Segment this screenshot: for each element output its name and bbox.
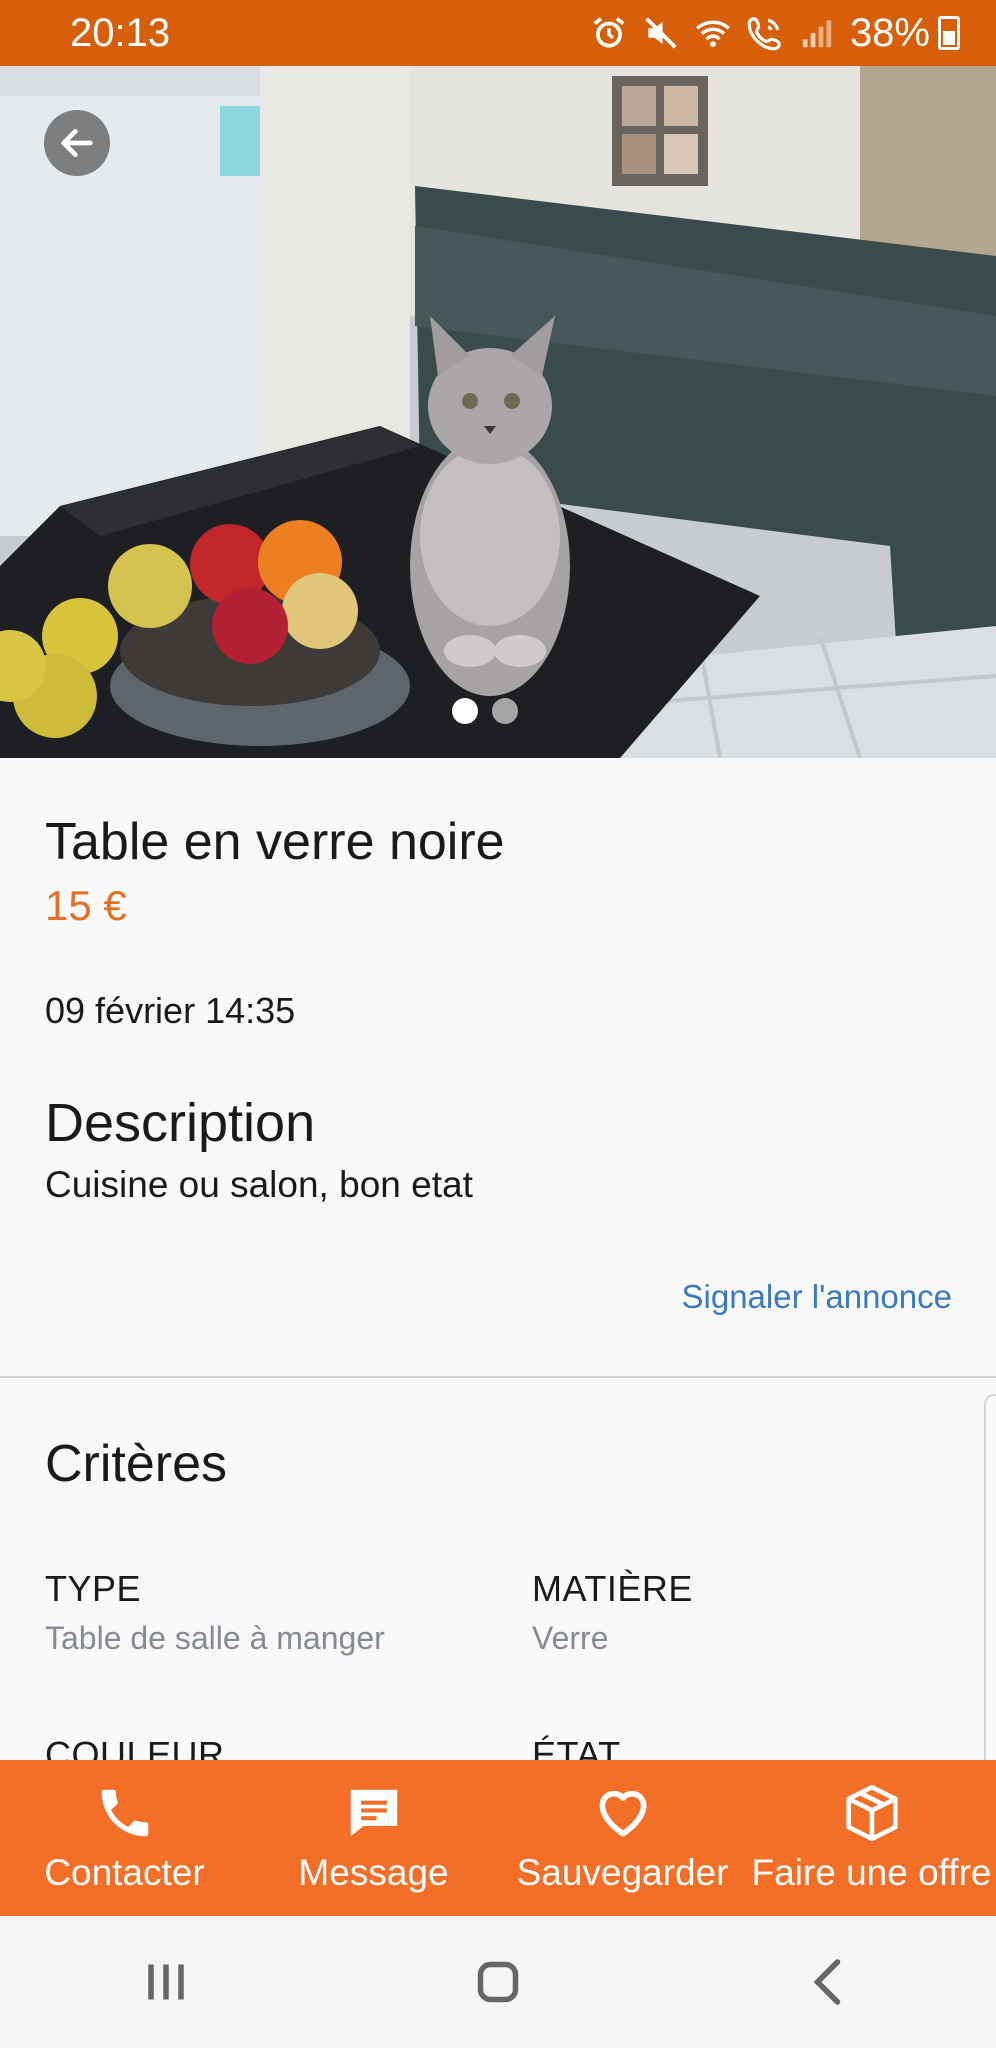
arrow-left-icon <box>61 129 93 157</box>
contact-button[interactable]: Contacter <box>0 1760 249 1916</box>
message-icon <box>350 1789 397 1837</box>
alarm-icon <box>593 17 625 48</box>
message-label: Message <box>298 1852 449 1893</box>
message-button[interactable]: Message <box>249 1760 498 1916</box>
back-nav-icon[interactable] <box>800 1952 860 2012</box>
make-offer-label: Faire une offre <box>751 1852 992 1893</box>
phone-icon <box>101 1789 148 1837</box>
status-bar: 20:13 38% <box>0 0 996 66</box>
back-button[interactable] <box>44 110 110 176</box>
report-listing-link[interactable]: Signaler l'annonce <box>682 1278 953 1316</box>
listing-title: Table en verre noire <box>45 813 505 871</box>
make-offer-button[interactable]: Faire une offre <box>747 1760 996 1916</box>
listing-date: 09 février 14:35 <box>45 990 296 1031</box>
section-divider <box>0 1376 996 1378</box>
description-text: Cuisine ou salon, bon etat <box>45 1164 473 1205</box>
wifi-call-icon <box>747 17 781 51</box>
listing-photo-illustration <box>0 66 996 758</box>
battery-icon <box>938 16 960 50</box>
save-label: Sauvegarder <box>516 1852 729 1893</box>
save-button[interactable]: Sauvegarder <box>498 1760 747 1916</box>
criteria-label-type: TYPE <box>45 1568 142 1609</box>
signal-icon <box>802 20 832 48</box>
wifi-icon <box>695 20 730 47</box>
heart-icon <box>598 1790 647 1837</box>
listing-photo[interactable] <box>0 66 996 758</box>
contact-label: Contacter <box>44 1852 205 1893</box>
gallery-dot-1[interactable] <box>452 698 478 724</box>
recent-apps-icon[interactable] <box>136 1952 196 2012</box>
criteria-value-material: Verre <box>532 1620 609 1656</box>
scroll-indicator[interactable] <box>984 1394 996 1774</box>
criteria-value-type: Table de salle à manger <box>45 1620 385 1656</box>
criteria-heading: Critères <box>45 1435 228 1493</box>
battery-percent: 38% <box>849 10 930 55</box>
listing-price: 15 € <box>45 882 127 929</box>
gallery-dot-2[interactable] <box>492 698 518 724</box>
description-heading: Description <box>45 1093 316 1153</box>
action-bar: Contacter Message Sauvegarder Faire une … <box>0 1760 996 1916</box>
box-icon <box>845 1784 898 1842</box>
system-nav-bar <box>0 1916 996 2048</box>
status-time: 20:13 <box>70 10 171 55</box>
home-icon[interactable] <box>468 1952 528 2012</box>
mute-icon <box>645 17 677 49</box>
criteria-label-material: MATIÈRE <box>532 1568 693 1609</box>
gallery-pagination <box>452 698 518 724</box>
